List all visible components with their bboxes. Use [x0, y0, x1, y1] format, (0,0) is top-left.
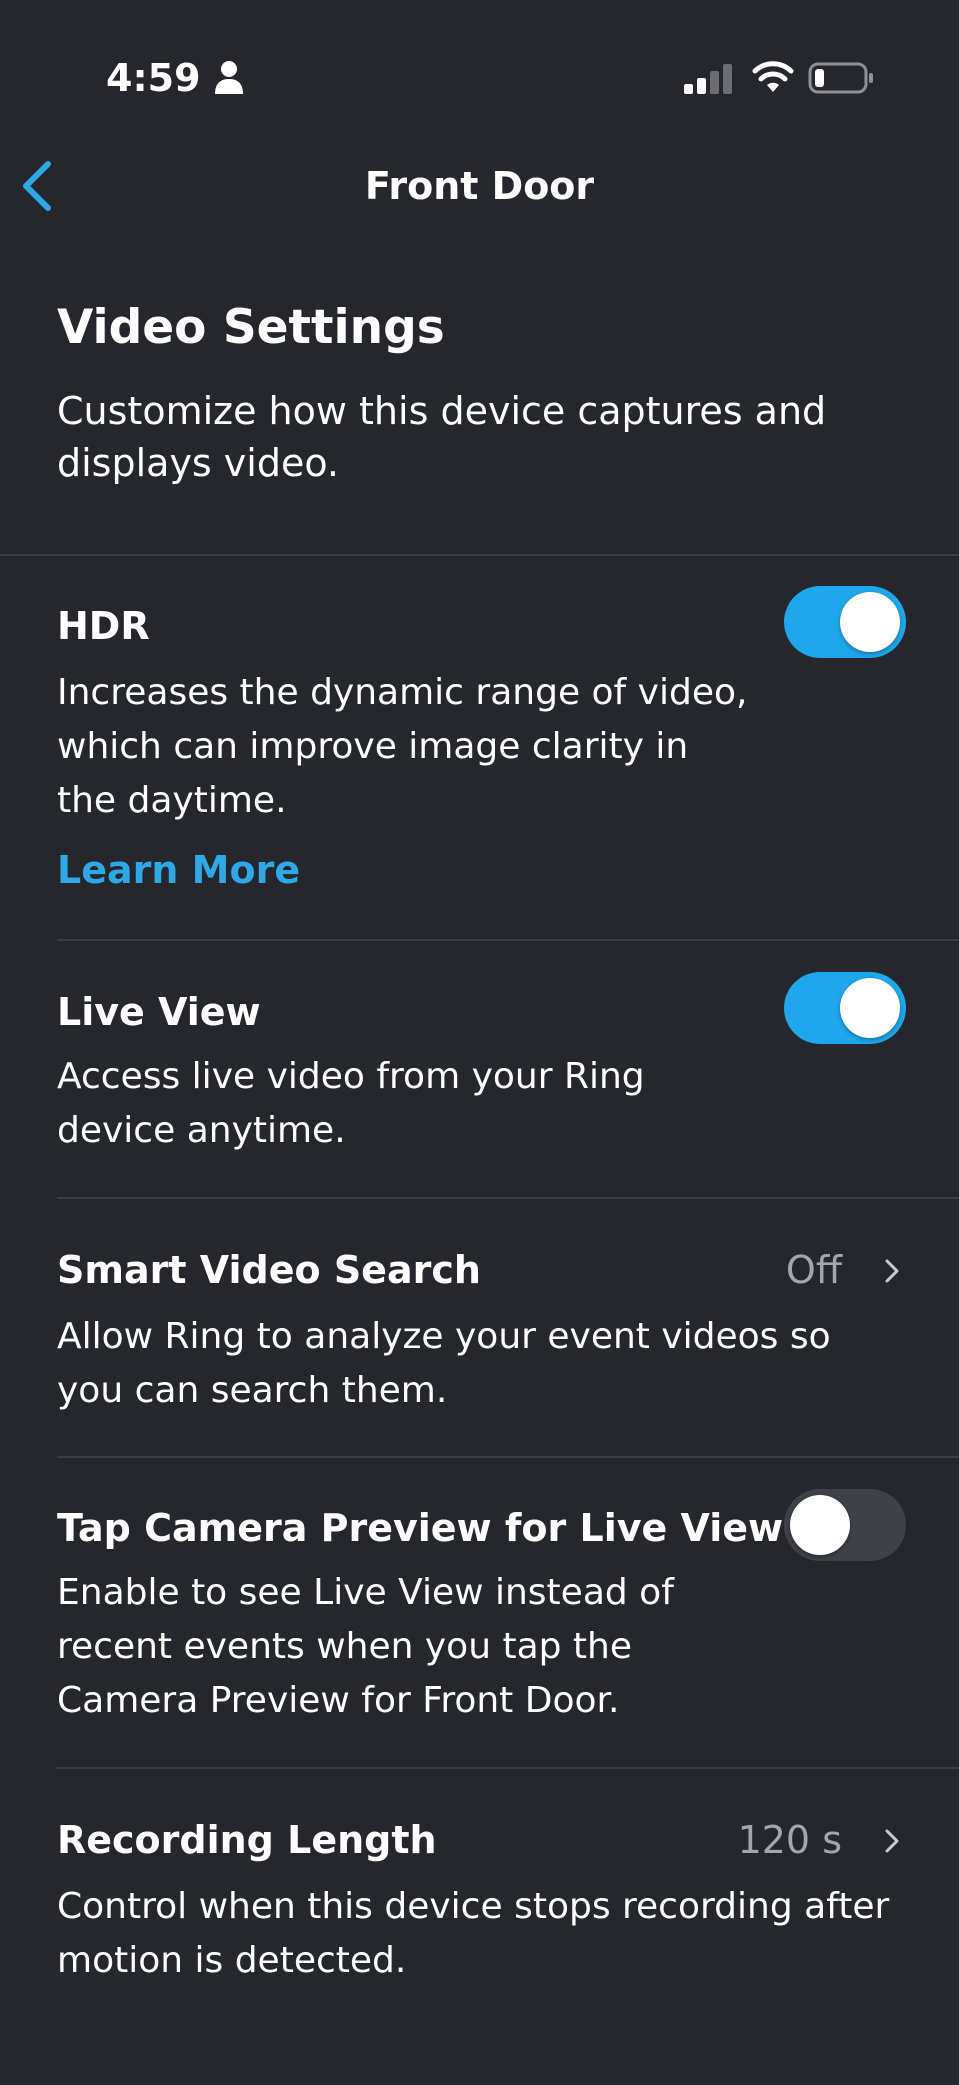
tap-camera-preview-description: Enable to see Live View instead of recen… [57, 1572, 674, 1721]
signal-icon [684, 64, 732, 94]
battery-icon [808, 62, 873, 94]
live-view-title: Live View [57, 990, 261, 1034]
tap-camera-preview-title: Tap Camera Preview for Live View [57, 1506, 784, 1550]
hdr-description: Increases the dynamic range of video, wh… [57, 672, 748, 821]
chevron-right-icon [885, 1259, 899, 1283]
toggle-knob [840, 592, 900, 652]
live-view-toggle[interactable] [784, 972, 906, 1044]
smart-video-search-description: Allow Ring to analyze your event videos … [57, 1316, 831, 1411]
toggle-knob [840, 978, 900, 1038]
learn-more-link[interactable]: Learn More [57, 844, 300, 896]
status-time: 4:59 [106, 56, 201, 100]
person-icon [215, 61, 243, 94]
chevron-right-icon [885, 1829, 899, 1853]
tap-camera-preview-toggle[interactable] [784, 1489, 906, 1561]
hdr-toggle[interactable] [784, 586, 906, 658]
section-divider [0, 554, 959, 556]
page-description: Customize how this device captures and d… [57, 389, 827, 485]
recording-length-title: Recording Length [57, 1818, 437, 1862]
smart-video-search-value: Off [785, 1248, 842, 1292]
row-divider [57, 939, 959, 941]
smart-video-search-title: Smart Video Search [57, 1248, 481, 1292]
hdr-title: HDR [57, 604, 150, 648]
live-view-description: Access live video from your Ring device … [57, 1056, 645, 1151]
row-divider [57, 1197, 959, 1199]
wifi-icon [752, 61, 794, 92]
toggle-knob [790, 1495, 850, 1555]
row-divider [57, 1456, 959, 1458]
recording-length-value: 120 s [737, 1818, 842, 1862]
recording-length-description: Control when this device stops recording… [57, 1886, 890, 1981]
row-divider [57, 1767, 959, 1769]
page-title: Video Settings [57, 300, 445, 355]
nav-title: Front Door [364, 164, 595, 208]
